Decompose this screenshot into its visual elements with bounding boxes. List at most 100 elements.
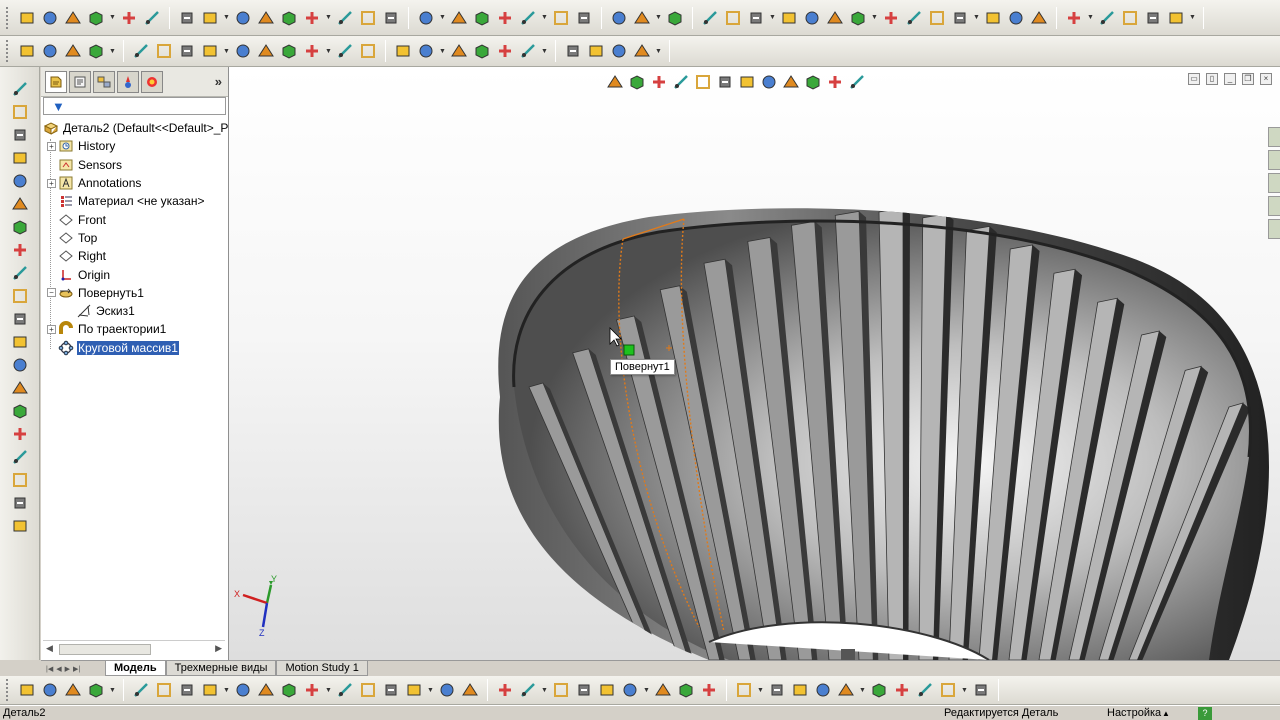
toolbar-line-icon[interactable] xyxy=(518,41,538,61)
dropdown-arrow-icon[interactable]: ▼ xyxy=(541,8,548,28)
dropdown-arrow-icon[interactable]: ▼ xyxy=(769,8,776,28)
dropdown-arrow-icon[interactable]: ▼ xyxy=(325,680,332,700)
toolbar-hexagon-icon[interactable] xyxy=(472,41,492,61)
toolbar-cone-icon[interactable] xyxy=(449,8,469,28)
dropdown-arrow-icon[interactable]: ▼ xyxy=(643,680,650,700)
display-manager-tab[interactable] xyxy=(141,70,163,93)
toolbar-rectangle-icon[interactable] xyxy=(358,8,378,28)
graphics-viewport[interactable]: ▭ ▯ _ ❐ × Повернут1 Y X Z xyxy=(229,67,1280,660)
toolbar-cone-icon[interactable] xyxy=(63,41,83,61)
toolbar-sphere-icon[interactable] xyxy=(40,8,60,28)
toolbar-rectangle-icon[interactable] xyxy=(551,8,571,28)
expand-plus-icon[interactable]: + xyxy=(47,178,56,188)
toolbar-sphere-icon[interactable] xyxy=(233,8,253,28)
task-pane-tab-views[interactable] xyxy=(1268,196,1280,216)
tree-item-annotations[interactable]: + Annotations xyxy=(41,174,228,192)
panel-expand-chevron-icon[interactable]: » xyxy=(215,74,222,89)
tree-item-sweep1[interactable]: + По траектории1 xyxy=(41,320,228,338)
toolbar-sphere-icon[interactable] xyxy=(40,680,60,700)
toolbar-cube-icon[interactable] xyxy=(17,8,37,28)
task-pane-tab-library[interactable] xyxy=(1268,150,1280,170)
toolbar-sphere-icon[interactable] xyxy=(437,680,457,700)
toolbar-hexagon-icon[interactable] xyxy=(279,8,299,28)
toolbar-hexagon-icon[interactable] xyxy=(665,8,685,28)
toolbar-box-icon[interactable] xyxy=(381,680,401,700)
tree-item-origin[interactable]: Origin xyxy=(41,265,228,283)
toolbar-cone-icon[interactable] xyxy=(449,41,469,61)
dropdown-arrow-icon[interactable]: ▼ xyxy=(541,41,548,61)
tree-item-material[interactable]: Материал <не указан> xyxy=(41,192,228,210)
chevron-up-icon[interactable]: ▲ xyxy=(1162,709,1170,718)
configuration-manager-tab[interactable] xyxy=(93,70,115,93)
feature-manager-tab[interactable] xyxy=(45,70,67,93)
tree-item-right-plane[interactable]: Right xyxy=(41,247,228,265)
toolbar-cone-icon[interactable] xyxy=(63,8,83,28)
toolbar-line-icon[interactable] xyxy=(847,73,866,92)
toolbar-plus-icon[interactable] xyxy=(119,8,139,28)
toolbar-plus-icon[interactable] xyxy=(495,41,515,61)
tile-vertical-icon[interactable]: ▯ xyxy=(1206,73,1218,85)
tab-model[interactable]: Модель xyxy=(105,661,166,676)
toolbar-plus-icon[interactable] xyxy=(9,240,31,260)
toolbar-cone-icon[interactable] xyxy=(632,41,652,61)
toolbar-line-icon[interactable] xyxy=(1097,8,1117,28)
toolbar-box-icon[interactable] xyxy=(381,8,401,28)
dropdown-arrow-icon[interactable]: ▼ xyxy=(859,680,866,700)
toolbar-rectangle-icon[interactable] xyxy=(154,41,174,61)
tree-item-front-plane[interactable]: Front xyxy=(41,210,228,228)
toolbar-line-icon[interactable] xyxy=(131,41,151,61)
toolbar-cone-icon[interactable] xyxy=(256,41,276,61)
toolbar-cone-icon[interactable] xyxy=(256,680,276,700)
toolbar-plus-icon[interactable] xyxy=(302,8,322,28)
toolbar-sphere-icon[interactable] xyxy=(620,680,640,700)
toolbar-cube-icon[interactable] xyxy=(1166,8,1186,28)
toolbar-hexagon-icon[interactable] xyxy=(9,217,31,237)
scroll-right-arrow-icon[interactable]: ▶ xyxy=(215,643,222,654)
toolbar-plus-icon[interactable] xyxy=(495,8,515,28)
toolbar-box-icon[interactable] xyxy=(574,680,594,700)
first-tab-arrow-icon[interactable]: |◀ xyxy=(46,665,53,673)
toolbar-sphere-icon[interactable] xyxy=(416,8,436,28)
close-icon[interactable]: × xyxy=(1260,73,1272,85)
toolbar-line-icon[interactable] xyxy=(335,41,355,61)
task-pane-tab-explorer[interactable] xyxy=(1268,173,1280,193)
feature-tree-horizontal-scrollbar[interactable]: ◀ ▶ xyxy=(43,640,225,656)
toolbar-cone-icon[interactable] xyxy=(605,73,624,92)
toolbar-box-icon[interactable] xyxy=(950,8,970,28)
toolbar-grip[interactable] xyxy=(6,40,10,62)
toolbar-cone-icon[interactable] xyxy=(9,378,31,398)
scrollbar-thumb[interactable] xyxy=(59,644,151,655)
toolbar-rectangle-icon[interactable] xyxy=(938,680,958,700)
toolbar-cube-icon[interactable] xyxy=(586,41,606,61)
tree-item-history[interactable]: + History xyxy=(41,137,228,155)
toolbar-cube-icon[interactable] xyxy=(200,8,220,28)
prev-tab-arrow-icon[interactable]: ◀ xyxy=(56,665,61,673)
toolbar-cone-icon[interactable] xyxy=(1029,8,1049,28)
toolbar-plus-icon[interactable] xyxy=(825,73,844,92)
dropdown-arrow-icon[interactable]: ▼ xyxy=(325,41,332,61)
toolbar-line-icon[interactable] xyxy=(335,680,355,700)
dropdown-arrow-icon[interactable]: ▼ xyxy=(871,8,878,28)
dropdown-arrow-icon[interactable]: ▼ xyxy=(439,41,446,61)
expand-plus-icon[interactable]: + xyxy=(47,141,56,151)
toolbar-box-icon[interactable] xyxy=(9,493,31,513)
property-manager-tab[interactable] xyxy=(69,70,91,93)
toolbar-cube-icon[interactable] xyxy=(200,41,220,61)
toolbar-cube-icon[interactable] xyxy=(17,680,37,700)
toolbar-plus-icon[interactable] xyxy=(881,8,901,28)
toolbar-cone-icon[interactable] xyxy=(653,680,673,700)
toolbar-box-icon[interactable] xyxy=(767,680,787,700)
toolbar-cube-icon[interactable] xyxy=(404,680,424,700)
tree-item-circular-pattern1[interactable]: Круговой массив1 xyxy=(41,339,228,357)
toolbar-hexagon-icon[interactable] xyxy=(472,8,492,28)
toolbar-rectangle-icon[interactable] xyxy=(1120,8,1140,28)
toolbar-cone-icon[interactable] xyxy=(836,680,856,700)
dropdown-arrow-icon[interactable]: ▼ xyxy=(325,8,332,28)
dropdown-arrow-icon[interactable]: ▼ xyxy=(1087,8,1094,28)
dropdown-arrow-icon[interactable]: ▼ xyxy=(973,8,980,28)
dropdown-arrow-icon[interactable]: ▼ xyxy=(109,680,116,700)
dropdown-arrow-icon[interactable]: ▼ xyxy=(1189,8,1196,28)
toolbar-box-icon[interactable] xyxy=(9,309,31,329)
toolbar-cube-icon[interactable] xyxy=(779,8,799,28)
minimize-icon[interactable]: _ xyxy=(1224,73,1236,85)
